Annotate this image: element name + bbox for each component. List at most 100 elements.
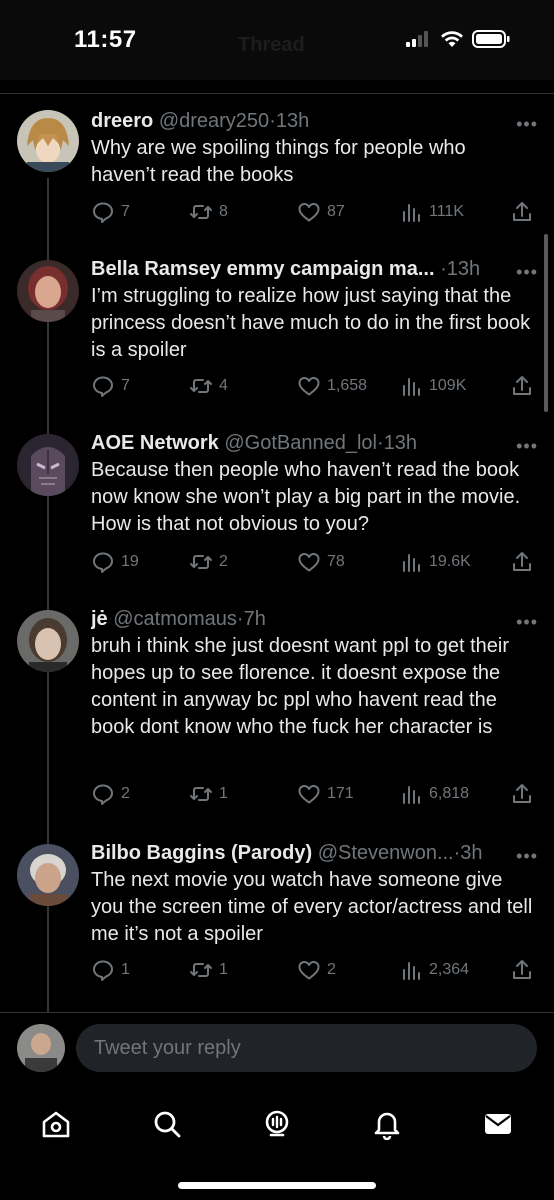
titan-avatar-icon: [17, 434, 79, 496]
person-avatar-icon: [17, 610, 79, 672]
reply-button[interactable]: 1: [91, 958, 130, 982]
anime-avatar-icon: [17, 110, 79, 172]
reply-icon: [93, 960, 113, 981]
spaces-icon: [265, 1110, 289, 1137]
battery-icon: [472, 30, 510, 48]
tweet-actions: 1 1 2 2,364: [91, 958, 541, 982]
retweet-count: 1: [219, 785, 228, 802]
more-options-icon[interactable]: •••: [516, 262, 538, 283]
handle[interactable]: @Stevenwon...: [318, 842, 454, 864]
views-button[interactable]: 109K: [401, 374, 466, 398]
avatar[interactable]: [17, 110, 79, 172]
retweet-button[interactable]: 2: [189, 550, 228, 574]
avatar[interactable]: [17, 844, 79, 906]
avatar[interactable]: [17, 1024, 65, 1072]
scroll-indicator[interactable]: [544, 234, 548, 412]
person-avatar-icon: [17, 844, 79, 906]
display-name[interactable]: Bella Ramsey emmy campaign ma...: [91, 258, 435, 280]
handle[interactable]: @dreary250: [159, 110, 269, 132]
retweet-count: 1: [219, 961, 228, 978]
reply-count: 7: [121, 377, 130, 394]
retweet-count: 2: [219, 553, 228, 570]
like-button[interactable]: 1,658: [297, 374, 367, 398]
views-count: 6,818: [429, 785, 470, 802]
like-count: 2: [327, 961, 336, 978]
person-avatar-icon: [17, 1024, 65, 1072]
reply-icon: [93, 552, 113, 573]
views-count: 109K: [429, 377, 467, 394]
reply-button[interactable]: 2: [91, 782, 130, 806]
views-button[interactable]: 111K: [401, 200, 464, 224]
tweet-header: dreero @dreary250·13h: [91, 108, 534, 134]
search-icon: [154, 1111, 181, 1138]
retweet-count: 4: [219, 377, 228, 394]
share-icon: [513, 202, 531, 221]
spaces-tab[interactable]: [257, 1104, 297, 1144]
tweet-text: The next movie you watch have someone gi…: [91, 869, 533, 945]
avatar[interactable]: [17, 610, 79, 672]
tweet-text: Because then people who haven’t read the…: [91, 459, 521, 535]
display-name[interactable]: AOE Network: [91, 432, 219, 454]
like-button[interactable]: 78: [297, 550, 345, 574]
heart-icon: [298, 553, 320, 572]
share-icon: [513, 552, 531, 571]
timestamp: 3h: [460, 842, 483, 864]
tweet-actions: 19 2 78 19.6K: [91, 550, 541, 574]
share-icon: [513, 784, 531, 803]
heart-icon: [298, 961, 320, 980]
home-tab[interactable]: [36, 1104, 76, 1144]
retweet-button[interactable]: 8: [189, 200, 228, 224]
search-tab[interactable]: [147, 1104, 187, 1144]
reply-bar: Tweet your reply: [0, 1012, 554, 1082]
reply-icon: [93, 376, 113, 397]
heart-icon: [298, 203, 320, 222]
handle[interactable]: @catmomaus: [113, 608, 237, 630]
home-indicator: [178, 1182, 376, 1189]
like-button[interactable]: 171: [297, 782, 354, 806]
share-button[interactable]: [511, 958, 533, 982]
notifications-tab[interactable]: [367, 1104, 407, 1144]
retweet-count: 8: [219, 203, 228, 220]
messages-tab[interactable]: [478, 1104, 518, 1144]
home-icon: [42, 1111, 70, 1138]
status-bar: 11:57 Thread: [0, 0, 554, 80]
more-options-icon[interactable]: •••: [516, 114, 538, 135]
display-name[interactable]: jė: [91, 608, 108, 630]
handle[interactable]: @GotBanned_lol: [224, 432, 377, 454]
views-button[interactable]: 6,818: [401, 782, 469, 806]
avatar[interactable]: [17, 434, 79, 496]
share-button[interactable]: [511, 374, 533, 398]
separator: ·: [236, 608, 244, 630]
more-options-icon[interactable]: •••: [516, 846, 538, 867]
timestamp: 13h: [383, 432, 418, 454]
separator: ·: [377, 432, 384, 454]
reply-input[interactable]: Tweet your reply: [76, 1024, 537, 1072]
retweet-button[interactable]: 1: [189, 958, 228, 982]
more-options-icon[interactable]: •••: [516, 436, 538, 457]
like-button[interactable]: 87: [297, 200, 345, 224]
views-button[interactable]: 2,364: [401, 958, 469, 982]
reply-button[interactable]: 19: [91, 550, 139, 574]
tweet-actions: 7 8 87 111K: [91, 200, 541, 224]
views-count: 2,364: [429, 961, 470, 978]
views-icon: [403, 554, 420, 572]
retweet-icon: [190, 963, 212, 977]
share-button[interactable]: [511, 550, 533, 574]
display-name[interactable]: dreero: [91, 110, 153, 132]
retweet-button[interactable]: 4: [189, 374, 228, 398]
share-button[interactable]: [511, 200, 533, 224]
more-options-icon[interactable]: •••: [516, 612, 538, 633]
avatar[interactable]: [17, 260, 79, 322]
signal-icon: [406, 31, 428, 47]
status-icons: [406, 30, 510, 48]
reply-button[interactable]: 7: [91, 374, 130, 398]
share-button[interactable]: [511, 782, 533, 806]
retweet-button[interactable]: 1: [189, 782, 228, 806]
like-button[interactable]: 2: [297, 958, 336, 982]
views-button[interactable]: 19.6K: [401, 550, 471, 574]
tweet-actions: 2 1 171 6,818: [91, 782, 541, 806]
reply-button[interactable]: 7: [91, 200, 130, 224]
views-count: 19.6K: [429, 553, 471, 570]
timestamp: 13h: [275, 110, 310, 132]
display-name[interactable]: Bilbo Baggins (Parody): [91, 842, 312, 864]
